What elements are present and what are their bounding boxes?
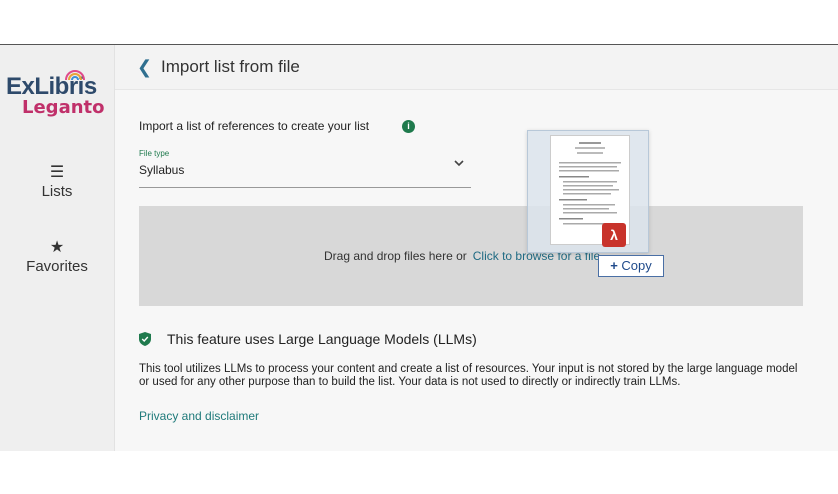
intro-text: Import a list of references to create yo…: [139, 119, 370, 133]
sidebar-item-lists[interactable]: ☰ Lists: [0, 163, 114, 200]
chevron-down-icon: [454, 160, 464, 167]
file-type-label: File type: [139, 149, 170, 158]
sidebar-item-label: Lists: [41, 183, 73, 200]
exlibris-leganto-logo[interactable]: ExLibris Leganto: [6, 67, 106, 118]
page-header: ❮ Import list from file: [115, 45, 838, 90]
privacy-disclaimer-link[interactable]: Privacy and disclaimer: [139, 409, 259, 423]
list-icon: ☰: [49, 164, 65, 181]
file-dropzone[interactable]: Drag and drop files here or Click to brow…: [139, 206, 803, 306]
sidebar: ExLibris Leganto ☰ Lists ★ Favorites: [0, 45, 115, 451]
file-type-select[interactable]: File type Syllabus: [139, 147, 471, 188]
chevron-left-icon[interactable]: ❮: [137, 57, 152, 78]
app-frame: ExLibris Leganto ☰ Lists ★ Favorites ❮ I…: [0, 44, 838, 451]
main-panel: ❮ Import list from file Import a list of…: [115, 45, 838, 451]
dragged-file-preview: λ: [527, 130, 649, 253]
logo-bottom-text: Leganto: [22, 97, 105, 118]
sidebar-item-label: Favorites: [26, 258, 88, 275]
pdf-icon: λ: [602, 223, 626, 247]
drag-copy-tooltip: + Copy: [598, 255, 664, 277]
llm-notice-description: This tool utilizes LLMs to process your …: [139, 363, 798, 388]
plus-icon: +: [610, 258, 618, 273]
sidebar-item-favorites[interactable]: ★ Favorites: [0, 238, 114, 275]
info-icon[interactable]: i: [402, 120, 415, 133]
llm-notice-title: This feature uses Large Language Models …: [167, 331, 477, 347]
star-icon: ★: [49, 239, 65, 256]
shield-check-icon: [139, 332, 151, 346]
copy-label: Copy: [621, 258, 652, 273]
dropzone-instruction: Drag and drop files here or: [324, 249, 467, 263]
page-title: Import list from file: [161, 57, 300, 76]
file-type-value: Syllabus: [139, 163, 185, 177]
logo-arc-icon: [65, 70, 85, 81]
